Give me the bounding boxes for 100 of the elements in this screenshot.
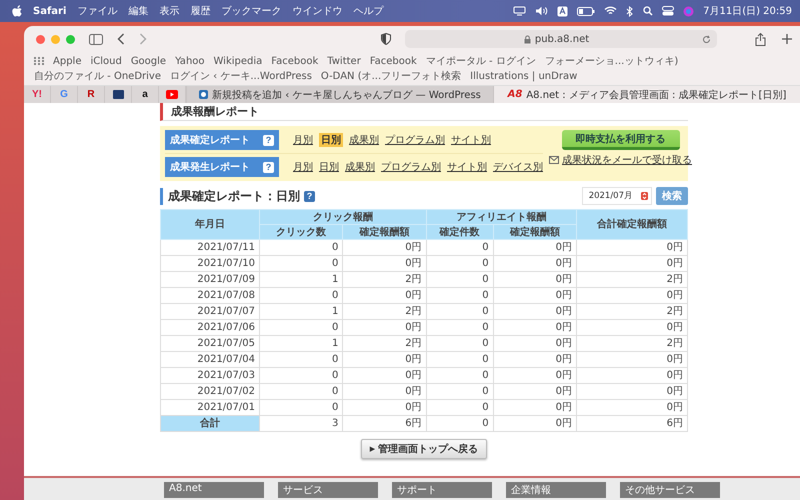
menu-clock[interactable]: 7月11日(日) 20:59 <box>703 4 792 18</box>
table-cell: 0 <box>426 240 494 256</box>
bluetooth-icon[interactable] <box>626 6 634 16</box>
footer-heading[interactable]: A8.net <box>164 482 264 498</box>
browser-tab[interactable]: A8 A8.net : メディア会員管理画面 : 成果確定レポート[日別] <box>493 86 800 103</box>
table-cell: 1 <box>260 304 343 320</box>
menu-item[interactable]: ブックマーク <box>221 4 282 18</box>
battery-icon[interactable] <box>577 6 596 16</box>
table-cell: 0円 <box>576 368 688 384</box>
speaker-icon[interactable] <box>535 6 548 16</box>
footer-heading[interactable]: 企業情報 <box>506 482 606 498</box>
report-link[interactable]: 月別 <box>293 160 313 174</box>
table-cell: 0 <box>260 256 343 272</box>
table-cell: 0円 <box>576 320 688 336</box>
shield-icon[interactable] <box>381 33 391 45</box>
report-link[interactable]: サイト別 <box>447 160 487 174</box>
pinned-tab[interactable]: R <box>87 89 95 100</box>
table-cell: 0 <box>426 304 494 320</box>
menu-item[interactable]: ヘルプ <box>353 4 384 18</box>
bookmark-link[interactable]: フォーメーショ...ットウィキ) <box>544 54 678 68</box>
report-link[interactable]: 成果別 <box>349 133 379 147</box>
report-link[interactable]: 日別 <box>319 160 339 174</box>
menu-item[interactable]: 表示 <box>159 4 180 18</box>
table-cell: 0 <box>260 240 343 256</box>
report-link[interactable]: デバイス別 <box>493 160 543 174</box>
back-icon[interactable] <box>117 33 125 45</box>
bookmark-link[interactable]: Facebook <box>370 56 417 66</box>
table-cell: 2021/07/06 <box>160 320 260 336</box>
wifi-icon[interactable] <box>604 6 618 16</box>
grid-icon[interactable] <box>34 57 44 65</box>
bookmark-link[interactable]: Illustrations | unDraw <box>470 70 578 82</box>
pinned-tab[interactable]: Y! <box>32 89 42 100</box>
help-icon[interactable]: ? <box>304 190 315 202</box>
bookmark-link[interactable]: 自分のファイル - OneDrive <box>34 69 161 83</box>
table-cell: 2円 <box>342 272 426 288</box>
stepper-icon[interactable] <box>641 192 648 200</box>
new-tab-icon[interactable] <box>782 34 792 44</box>
menu-item[interactable]: 編集 <box>128 4 148 18</box>
table-cell: 0円 <box>342 368 426 384</box>
column-header: 確定件数 <box>426 224 494 240</box>
column-header: 合計確定報酬額 <box>576 210 688 240</box>
share-icon[interactable] <box>755 32 766 46</box>
table-cell: 0 <box>426 416 494 432</box>
table-cell: 6円 <box>342 416 426 432</box>
control-center-icon[interactable] <box>662 6 674 16</box>
instant-payment-button[interactable]: 即時支払を利用する <box>562 130 680 150</box>
footer-heading[interactable]: その他サービス <box>620 482 720 498</box>
footer-heading[interactable]: サービス <box>278 482 378 498</box>
table-cell: 0円 <box>342 400 426 416</box>
report-link[interactable]: 成果別 <box>345 160 375 174</box>
site-icon <box>199 90 208 99</box>
sidebar-icon[interactable] <box>89 34 103 44</box>
browser-tab[interactable]: 新規投稿を追加 ‹ ケーキ屋しんちゃんブログ — WordPress <box>186 86 493 103</box>
table-cell: 2021/07/07 <box>160 304 260 320</box>
display-icon[interactable] <box>513 6 526 16</box>
apple-icon[interactable] <box>12 5 22 17</box>
bookmark-link[interactable]: Yahoo <box>175 56 205 66</box>
url-text: pub.a8.net <box>534 34 590 44</box>
table-cell: 6円 <box>576 416 688 432</box>
report-link[interactable]: 日別 <box>319 133 343 147</box>
bookmark-link[interactable]: Twitter <box>327 56 361 66</box>
table-cell: 0円 <box>576 352 688 368</box>
play-icon[interactable] <box>166 90 178 99</box>
help-icon[interactable]: ? <box>263 134 274 146</box>
bookmark-link[interactable]: O-DAN (オ...フリーフォト検索 <box>320 69 462 83</box>
table-cell: 0円 <box>342 288 426 304</box>
bookmark-link[interactable]: Apple <box>53 56 82 66</box>
report-link[interactable]: プログラム別 <box>385 133 445 147</box>
report-link[interactable]: プログラム別 <box>381 160 441 174</box>
menu-item[interactable]: 履歴 <box>190 4 210 18</box>
table-cell: 0円 <box>493 416 576 432</box>
bookmark-link[interactable]: Facebook <box>271 56 318 66</box>
bookmark-link[interactable]: iCloud <box>90 56 122 66</box>
table-cell: 2021/07/10 <box>160 256 260 272</box>
table-cell: 0 <box>260 400 343 416</box>
close-button[interactable] <box>36 34 45 44</box>
bookmark-link[interactable]: Wikipedia <box>214 56 262 66</box>
bookmark-link[interactable]: Google <box>130 56 166 66</box>
menu-item[interactable]: ファイル <box>77 4 118 18</box>
footer-heading[interactable]: サポート <box>392 482 492 498</box>
table-cell: 0円 <box>493 400 576 416</box>
report-link[interactable]: サイト別 <box>451 133 491 147</box>
help-icon[interactable]: ? <box>263 162 274 172</box>
email-link[interactable]: 成果状況をメールで受け取る <box>562 153 692 167</box>
menu-item[interactable]: ウインドウ <box>292 4 342 18</box>
table-cell: 0 <box>426 384 494 400</box>
input-method-icon[interactable] <box>557 6 568 16</box>
bookmark-link[interactable]: ログイン ‹ ケーキ...WordPress <box>170 69 312 83</box>
pinned-tab-icon[interactable] <box>112 90 124 99</box>
pinned-tab[interactable]: a <box>142 89 148 100</box>
menu-app-name[interactable]: Safari <box>33 6 66 16</box>
search-icon[interactable] <box>643 6 654 16</box>
address-bar[interactable]: pub.a8.net <box>405 30 717 48</box>
table-cell: 0 <box>426 288 494 304</box>
month-select[interactable]: 2021/07月 <box>582 187 652 205</box>
report-link[interactable]: 月別 <box>293 133 313 147</box>
table-cell: 0円 <box>493 240 576 256</box>
reload-icon[interactable] <box>702 34 711 44</box>
bookmark-link[interactable]: マイポータル - ログイン <box>426 54 536 68</box>
table-cell: 0 <box>260 384 343 400</box>
